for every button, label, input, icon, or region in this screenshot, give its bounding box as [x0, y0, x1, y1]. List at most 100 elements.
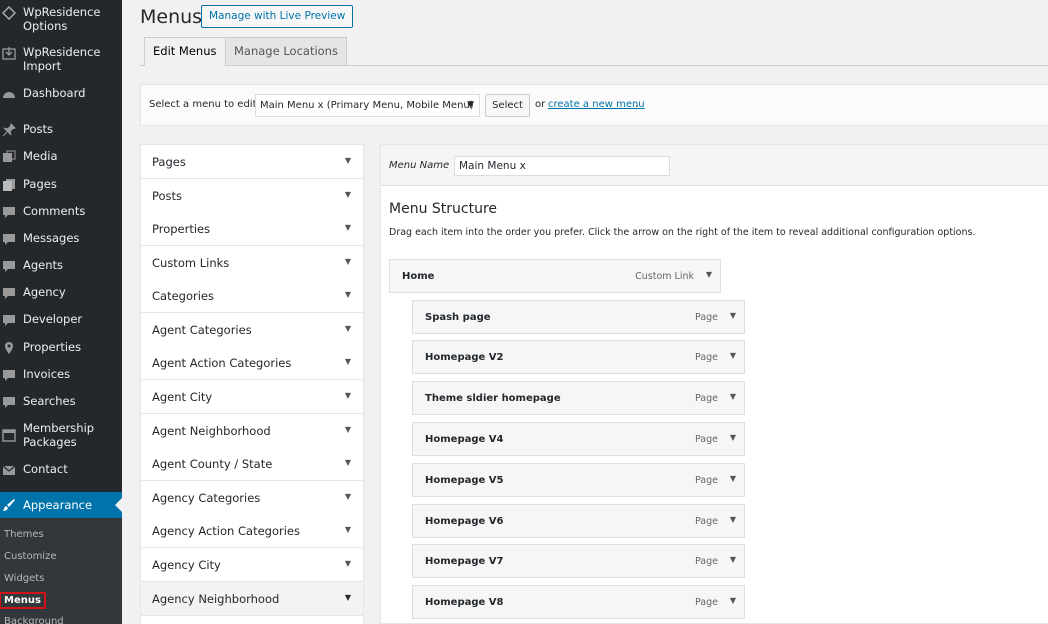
- submenu-item-customize[interactable]: Customize: [4, 551, 57, 562]
- menu-item-spash-page[interactable]: Spash page Page ▼: [412, 300, 745, 334]
- menu-select-dropdown[interactable]: Main Menu x (Primary Menu, Mobile Menu) …: [255, 94, 480, 117]
- caret-down-icon[interactable]: ▼: [730, 433, 736, 442]
- accordion-title: Custom Links: [152, 256, 230, 270]
- caret-down-icon[interactable]: ▼: [730, 311, 736, 320]
- sidebar-item-label: Properties: [23, 340, 82, 354]
- caret-down-icon[interactable]: ▼: [730, 392, 736, 401]
- menu-item-title: Homepage V5: [425, 475, 504, 486]
- menu-item-type: Page: [695, 475, 718, 486]
- accordion-agent-categories[interactable]: Agent Categories ▼: [140, 313, 364, 347]
- sidebar-item-searches[interactable]: Searches: [0, 394, 122, 410]
- menu-item-homepage-v6[interactable]: Homepage V6 Page ▼: [412, 504, 745, 538]
- accordion-agent-neighborhood[interactable]: Agent Neighborhood ▼: [140, 414, 364, 448]
- menu-item-type: Page: [695, 393, 718, 404]
- sidebar-item-membership-packages[interactable]: Membership Packages: [0, 421, 122, 451]
- menu-item-homepage-v4[interactable]: Homepage V4 Page ▼: [412, 422, 745, 456]
- menu-item-home[interactable]: Home Custom Link ▼: [389, 259, 721, 293]
- caret-down-icon[interactable]: ▼: [730, 555, 736, 564]
- submenu-item-background[interactable]: Background: [4, 616, 64, 624]
- menu-item-title: Homepage V2: [425, 352, 504, 363]
- sidebar-item-label: Import: [23, 59, 62, 73]
- sidebar-item-label: Invoices: [23, 367, 71, 381]
- accordion-title: Categories: [152, 289, 214, 303]
- caret-down-icon[interactable]: ▼: [730, 515, 736, 524]
- tab-edit-menus[interactable]: Edit Menus: [144, 37, 226, 66]
- accordion-title: Agency Categories: [152, 491, 261, 505]
- sidebar-item-developer[interactable]: Developer: [0, 312, 122, 328]
- menu-edit-panel: Menu Name Main Menu x Menu Structure Dra…: [380, 144, 1048, 624]
- menu-item-homepage-v8[interactable]: Homepage V8 Page ▼: [412, 585, 745, 619]
- manage-live-preview-button[interactable]: Manage with Live Preview: [201, 5, 354, 28]
- sidebar-item-label: Searches: [23, 394, 76, 408]
- sidebar-item-comments[interactable]: Comments: [0, 204, 122, 220]
- menu-item-homepage-v7[interactable]: Homepage V7 Page ▼: [412, 544, 745, 578]
- sidebar-item-wpresidence-import[interactable]: WpResidence Import: [0, 45, 122, 75]
- mail-icon: [1, 462, 17, 478]
- comment-icon: [1, 204, 17, 220]
- accordion-pages[interactable]: Pages ▼: [140, 144, 364, 179]
- caret-down-icon[interactable]: ▼: [730, 474, 736, 483]
- caret-down-icon: ▼: [344, 156, 351, 165]
- diamond-icon: [1, 5, 17, 21]
- menu-item-theme-slider-homepage[interactable]: Theme sldier homepage Page ▼: [412, 381, 745, 415]
- menu-item-title: Homepage V4: [425, 434, 504, 445]
- accordion-next[interactable]: [140, 616, 364, 624]
- sidebar-item-agents[interactable]: Agents: [0, 258, 122, 274]
- menu-item-homepage-v2[interactable]: Homepage V2 Page ▼: [412, 340, 745, 374]
- sidebar-item-label: Dashboard: [23, 86, 86, 100]
- sidebar-item-label: Packages: [23, 435, 77, 449]
- sidebar-item-contact[interactable]: Contact: [0, 462, 122, 478]
- sidebar-item-label: Appearance: [23, 498, 93, 512]
- caret-down-icon[interactable]: ▼: [730, 596, 736, 605]
- menu-item-title: Theme sldier homepage: [425, 393, 561, 404]
- accordion-agency-categories[interactable]: Agency Categories ▼: [140, 481, 364, 515]
- submenu-item-themes[interactable]: Themes: [4, 529, 44, 540]
- accordion-agency-action-categories[interactable]: Agency Action Categories ▼: [140, 514, 364, 548]
- caret-down-icon[interactable]: ▼: [706, 270, 712, 279]
- caret-down-icon[interactable]: ▼: [730, 351, 736, 360]
- appearance-submenu: Themes Customize Widgets Menus Backgroun…: [0, 518, 122, 624]
- sidebar-item-messages[interactable]: Messages: [0, 231, 122, 247]
- caret-down-icon: ▼: [344, 525, 351, 534]
- sidebar-item-label: Posts: [23, 122, 54, 136]
- submenu-item-widgets[interactable]: Widgets: [4, 573, 44, 584]
- sidebar-item-invoices[interactable]: Invoices: [0, 367, 122, 383]
- submenu-item-menus[interactable]: Menus: [0, 592, 46, 609]
- brush-icon: [1, 497, 17, 513]
- accordion-categories[interactable]: Categories ▼: [140, 279, 364, 313]
- sidebar-item-dashboard[interactable]: Dashboard: [0, 86, 122, 102]
- create-new-menu-link[interactable]: create a new menu: [548, 99, 645, 110]
- accordion-agent-city[interactable]: Agent City ▼: [140, 380, 364, 414]
- sidebar-item-appearance[interactable]: Appearance: [0, 492, 122, 518]
- accordion-title: Agent Neighborhood: [152, 424, 271, 438]
- accordion-posts[interactable]: Posts ▼: [140, 179, 364, 213]
- sidebar-item-wpresidence-options[interactable]: WpResidence Options: [0, 5, 122, 35]
- accordion-agent-action-categories[interactable]: Agent Action Categories ▼: [140, 346, 364, 380]
- sidebar-item-label: Comments: [23, 204, 86, 218]
- menu-item-title: Homepage V8: [425, 597, 504, 608]
- sidebar-item-properties[interactable]: Properties: [0, 340, 122, 356]
- menu-structure-title: Menu Structure: [389, 201, 498, 217]
- accordion-agent-county-state[interactable]: Agent County / State ▼: [140, 447, 364, 481]
- menu-name-label: Menu Name: [389, 160, 450, 171]
- sidebar-item-label: WpResidence: [23, 45, 101, 59]
- caret-down-icon: ▼: [344, 391, 351, 400]
- menu-item-homepage-v5[interactable]: Homepage V5 Page ▼: [412, 463, 745, 497]
- sidebar-item-pages[interactable]: Pages: [0, 177, 122, 193]
- add-menu-items-panel: Pages ▼ Posts ▼ Properties ▼ Custom Links ▼ …: [140, 144, 364, 624]
- accordion-custom-links[interactable]: Custom Links ▼: [140, 246, 364, 280]
- sidebar-item-posts[interactable]: Posts: [0, 122, 122, 138]
- menu-name-input[interactable]: Main Menu x: [454, 156, 670, 176]
- accordion-agency-neighborhood[interactable]: Agency Neighborhood ▼: [140, 582, 364, 616]
- caret-down-icon: ▼: [344, 190, 351, 199]
- caret-down-icon: ▼: [344, 257, 351, 266]
- tab-manage-locations[interactable]: Manage Locations: [225, 37, 347, 66]
- pin-icon: [1, 122, 17, 138]
- select-button[interactable]: Select: [485, 94, 530, 117]
- media-icon: [1, 149, 17, 165]
- sidebar-item-agency[interactable]: Agency: [0, 285, 122, 301]
- accordion-properties[interactable]: Properties ▼: [140, 212, 364, 246]
- caret-down-icon: ▼: [344, 492, 351, 501]
- accordion-agency-city[interactable]: Agency City ▼: [140, 548, 364, 582]
- sidebar-item-media[interactable]: Media: [0, 149, 122, 165]
